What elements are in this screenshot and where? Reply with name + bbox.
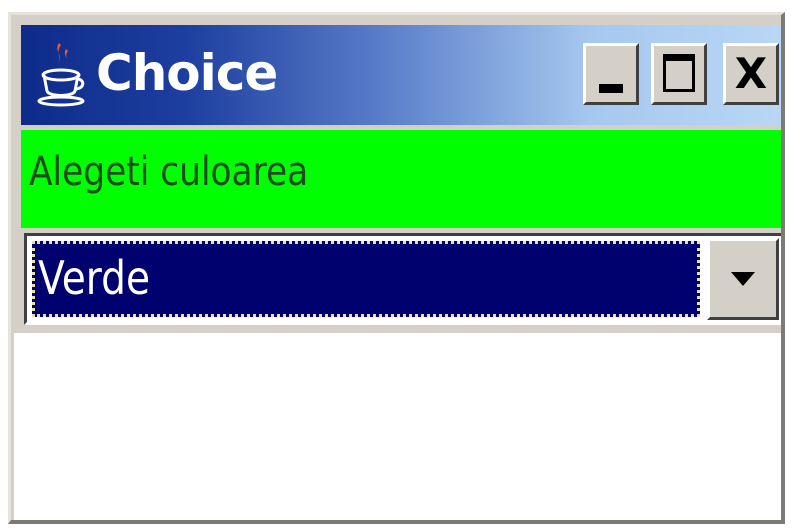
minimize-icon xyxy=(599,84,623,93)
window-content-area xyxy=(14,333,781,520)
minimize-button[interactable] xyxy=(583,43,639,105)
title-bar[interactable]: Choice X xyxy=(21,25,781,125)
dropdown-arrow-button[interactable] xyxy=(707,238,779,320)
choice-selected-value: Verde xyxy=(38,251,151,305)
close-icon: X xyxy=(734,49,768,98)
choice-selected-field[interactable]: Verde xyxy=(32,241,700,317)
maximize-button[interactable] xyxy=(651,43,707,105)
close-button[interactable]: X xyxy=(723,43,779,105)
app-window: Choice X Alegeti culoarea Verde xyxy=(8,12,785,524)
color-prompt-label: Alegeti culoarea xyxy=(21,130,781,228)
java-coffee-cup-icon xyxy=(37,43,85,107)
maximize-icon xyxy=(663,54,695,92)
label-text: Alegeti culoarea xyxy=(29,149,309,195)
color-choice-dropdown[interactable]: Verde xyxy=(24,233,781,325)
chevron-down-icon xyxy=(731,272,755,286)
window-title: Choice xyxy=(96,44,278,102)
